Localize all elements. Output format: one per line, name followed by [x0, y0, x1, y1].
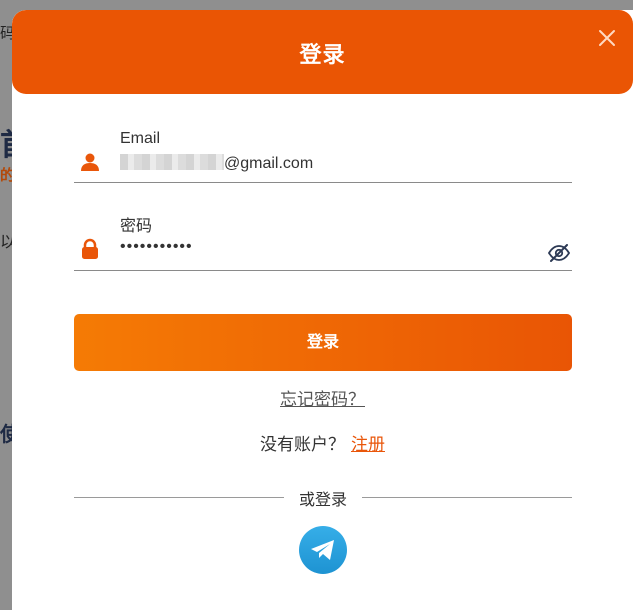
- modal-header: 登录: [12, 10, 633, 94]
- signup-row: 没有账户？ 注册: [12, 430, 633, 455]
- password-field[interactable]: 密码 •••••••••••: [74, 210, 572, 271]
- email-label: Email: [120, 130, 161, 147]
- user-icon: [81, 153, 99, 171]
- email-input[interactable]: @gmail.com: [120, 154, 313, 173]
- forgot-password-link[interactable]: 忘记密码？: [12, 385, 633, 410]
- redacted-email-prefix: [120, 154, 224, 170]
- password-label: 密码: [120, 218, 153, 235]
- eye-off-icon[interactable]: [548, 244, 570, 262]
- no-account-text: 没有账户？: [260, 435, 345, 454]
- login-modal: 登录 Email @gmail.com 密码 ••••••••••• 登录 忘记…: [12, 10, 633, 610]
- close-icon[interactable]: [597, 28, 617, 48]
- lock-icon: [82, 238, 98, 259]
- password-input[interactable]: •••••••••••: [120, 238, 193, 256]
- signup-link[interactable]: 注册: [351, 435, 385, 454]
- telegram-icon: [311, 540, 334, 560]
- divider-right: [362, 497, 572, 498]
- modal-title: 登录: [299, 42, 346, 67]
- login-button[interactable]: 登录: [74, 314, 572, 371]
- email-suffix: @gmail.com: [224, 155, 314, 172]
- telegram-login-button[interactable]: [299, 526, 347, 574]
- divider-left: [74, 497, 284, 498]
- email-field[interactable]: Email @gmail.com: [74, 128, 572, 183]
- or-login-text: 或登录: [298, 492, 347, 509]
